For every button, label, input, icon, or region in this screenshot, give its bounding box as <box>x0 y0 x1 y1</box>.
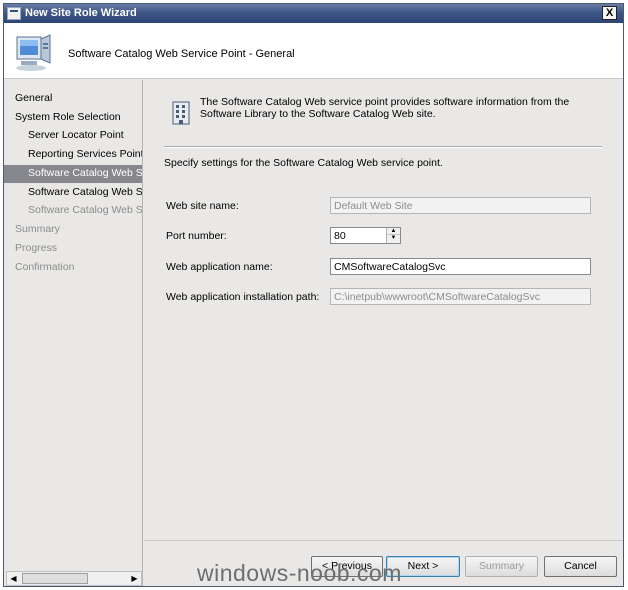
wizard-header: Software Catalog Web Service Point - Gen… <box>4 23 623 79</box>
nav-item-reporting-services-point[interactable]: Reporting Services Point <box>4 146 142 164</box>
install-path-field: C:\inetpub\wwwroot\CMSoftwareCatalogSvc <box>330 288 591 305</box>
nav-item-catalog-web-service-point[interactable]: Software Catalog Web Ser <box>4 165 142 183</box>
computer-icon <box>16 34 51 71</box>
port-number-stepper[interactable]: 80 ▲ ▼ <box>330 227 401 244</box>
stepper-down-arrow-icon[interactable]: ▼ <box>387 235 400 242</box>
nav-item-server-locator-point[interactable]: Server Locator Point <box>4 127 142 145</box>
port-number-label: Port number: <box>166 230 227 242</box>
watermark-text: windows-noob.com <box>197 560 402 586</box>
nav-item-system-role-selection[interactable]: System Role Selection <box>4 109 142 127</box>
wizard-window: New Site Role Wizard X Software Catalog … <box>3 3 624 587</box>
nav-item-progress: Progress <box>15 242 58 254</box>
divider <box>164 146 602 148</box>
summary-button: Summary <box>465 556 538 577</box>
cancel-button[interactable]: Cancel <box>544 556 617 577</box>
description-text: The Software Catalog Web service point p… <box>200 96 570 120</box>
instructions-text: Specify settings for the Software Catalo… <box>164 157 443 169</box>
nav-item-catalog-web-service-point-2[interactable]: Software Catalog Web Ser <box>4 184 142 202</box>
page-title: Software Catalog Web Service Point - Gen… <box>68 48 295 60</box>
scrollbar-thumb[interactable] <box>22 573 88 584</box>
nav-item-general[interactable]: General <box>4 90 142 108</box>
sidebar-horizontal-scrollbar[interactable]: ◀ ▶ <box>6 571 142 586</box>
main-content: The Software Catalog Web service point p… <box>144 80 623 586</box>
scroll-right-arrow-icon[interactable]: ▶ <box>128 572 141 585</box>
window-title: New Site Role Wizard <box>25 7 137 19</box>
settings-panel: The Software Catalog Web service point p… <box>144 80 623 540</box>
port-number-value[interactable]: 80 <box>334 230 346 242</box>
title-bar[interactable]: New Site Role Wizard X <box>4 4 623 23</box>
nav-item-summary: Summary <box>15 223 60 235</box>
server-building-icon <box>172 101 190 125</box>
stepper-up-arrow-icon[interactable]: ▲ <box>387 228 400 235</box>
website-name-label: Web site name: <box>166 200 239 212</box>
scroll-left-arrow-icon[interactable]: ◀ <box>7 572 20 585</box>
install-path-label: Web application installation path: <box>166 291 320 303</box>
nav-item-confirmation: Confirmation <box>15 261 75 273</box>
close-button[interactable]: X <box>602 6 617 20</box>
nav-item-catalog-web-site: Software Catalog Web Site <box>28 204 143 216</box>
app-name-field[interactable]: CMSoftwareCatalogSvc <box>330 258 591 275</box>
stepper-buttons: ▲ ▼ <box>386 228 400 243</box>
window-icon <box>7 7 21 20</box>
wizard-nav: General System Role Selection Server Loc… <box>4 80 143 586</box>
website-name-field: Default Web Site <box>330 197 591 214</box>
app-name-label: Web application name: <box>166 261 273 273</box>
